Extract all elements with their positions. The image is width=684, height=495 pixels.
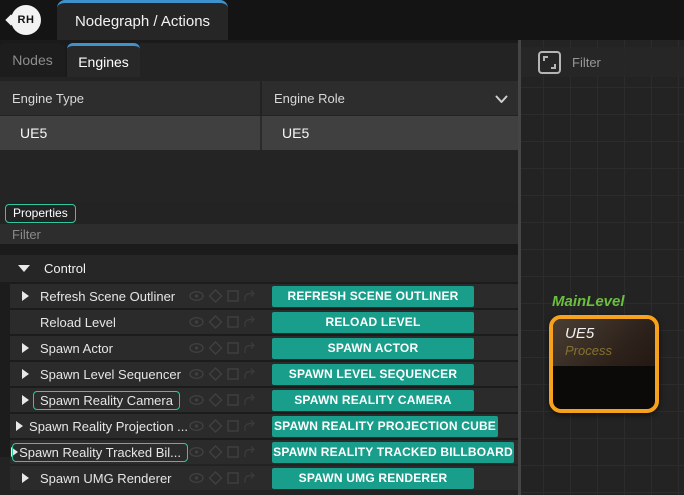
action-row[interactable]: Spawn Reality Tracked Bil... SPAWN REAL (10, 440, 518, 464)
visibility-icon[interactable] (188, 471, 205, 485)
engine-role-cell: UE5 (260, 116, 518, 150)
action-row-label: Spawn Level Sequencer (40, 367, 181, 382)
jump-arrow-icon[interactable] (243, 419, 258, 433)
visibility-icon[interactable] (188, 367, 205, 381)
action-row-label: Refresh Scene Outliner (40, 289, 175, 304)
expand-arrow-icon[interactable] (22, 395, 29, 405)
visibility-icon[interactable] (188, 341, 205, 355)
square-icon[interactable] (226, 367, 240, 381)
visibility-icon[interactable] (188, 419, 205, 433)
properties-filter-input[interactable]: Filter (0, 224, 518, 244)
diamond-icon[interactable] (208, 419, 223, 433)
action-row[interactable]: Refresh Scene Outliner REFRESH SCENE OU (10, 284, 518, 308)
action-row-label: Reload Level (40, 315, 116, 330)
top-bar: RH Nodegraph / Actions (0, 0, 684, 40)
panel-tabs: Nodes Engines (0, 40, 518, 77)
action-button[interactable]: RELOAD LEVEL (272, 312, 474, 333)
divider (0, 244, 518, 255)
diamond-icon[interactable] (208, 289, 223, 303)
action-button[interactable]: SPAWN UMG RENDERER (272, 468, 474, 489)
action-rows: Refresh Scene Outliner REFRESH SCENE OU (0, 282, 518, 457)
section-label: Control (44, 261, 86, 276)
action-row-label: Spawn UMG Renderer (40, 471, 172, 486)
action-row-label: Spawn Reality Camera (33, 391, 180, 410)
expand-arrow-icon[interactable] (16, 421, 23, 431)
visibility-icon[interactable] (188, 393, 205, 407)
jump-arrow-icon[interactable] (243, 367, 258, 381)
jump-arrow-icon[interactable] (243, 471, 258, 485)
engine-table-header: Engine Type Engine Role (0, 81, 518, 115)
column-engine-type[interactable]: Engine Type (0, 81, 260, 115)
action-button[interactable]: REFRESH SCENE OUTLINER (272, 286, 474, 307)
nodegraph-canvas[interactable]: Filter MainLevel UE5 Process (521, 40, 684, 495)
diamond-icon[interactable] (208, 471, 223, 485)
action-row-label: Spawn Actor (40, 341, 113, 356)
expand-arrow-icon[interactable] (22, 369, 29, 379)
engine-table-row[interactable]: UE5 UE5 (0, 116, 518, 150)
action-button[interactable]: SPAWN REALITY PROJECTION CUBE (272, 416, 498, 437)
node-title: UE5 (565, 325, 655, 342)
jump-arrow-icon[interactable] (243, 315, 258, 329)
square-icon[interactable] (226, 445, 240, 459)
expand-arrow-icon[interactable] (22, 291, 29, 301)
action-button[interactable]: SPAWN LEVEL SEQUENCER (272, 364, 474, 385)
jump-arrow-icon[interactable] (243, 445, 258, 459)
left-panel: Nodes Engines Engine Type Engine Role UE… (0, 40, 518, 495)
tab-nodegraph-actions[interactable]: Nodegraph / Actions (57, 0, 228, 40)
jump-arrow-icon[interactable] (243, 289, 258, 303)
engine-table: Engine Type Engine Role UE5 UE5 (0, 81, 518, 150)
action-button[interactable]: SPAWN REALITY CAMERA (272, 390, 474, 411)
column-engine-role[interactable]: Engine Role (260, 81, 518, 115)
diamond-icon[interactable] (208, 367, 223, 381)
jump-arrow-icon[interactable] (243, 341, 258, 355)
chevron-down-icon[interactable] (495, 92, 508, 107)
graph-filter-input[interactable]: Filter (572, 55, 601, 70)
action-row-label: Spawn Reality Projection ... (29, 419, 188, 434)
square-icon[interactable] (226, 341, 240, 355)
square-icon[interactable] (226, 471, 240, 485)
square-icon[interactable] (226, 419, 240, 433)
app-logo[interactable]: RH (11, 5, 41, 35)
action-row[interactable]: Spawn Actor SPAWN ACTOR (10, 336, 518, 360)
expand-arrow-icon[interactable] (22, 473, 29, 483)
action-row[interactable]: Spawn UMG Renderer SPAWN UMG RENDERER (10, 466, 518, 490)
engine-type-cell: UE5 (0, 116, 260, 150)
section-control[interactable]: Control (0, 255, 518, 282)
action-row[interactable]: Reload Level RELOAD LEVEL (10, 310, 518, 334)
tab-nodes[interactable]: Nodes (0, 43, 65, 77)
empty-area (0, 150, 518, 202)
main-content: Nodes Engines Engine Type Engine Role UE… (0, 40, 684, 495)
action-button[interactable]: SPAWN ACTOR (272, 338, 474, 359)
visibility-icon[interactable] (188, 289, 205, 303)
properties-row: Properties (0, 202, 518, 224)
diamond-icon[interactable] (208, 315, 223, 329)
action-row-label: Spawn Reality Tracked Bil... (12, 443, 188, 462)
properties-button[interactable]: Properties (5, 204, 76, 223)
node-group-label: MainLevel (552, 293, 625, 310)
tab-engines[interactable]: Engines (67, 43, 140, 77)
fit-view-icon[interactable] (538, 51, 561, 74)
action-row[interactable]: Spawn Level Sequencer SPAWN LEVEL SEQUE (10, 362, 518, 386)
diamond-icon[interactable] (208, 341, 223, 355)
square-icon[interactable] (226, 393, 240, 407)
node-subtitle: Process (565, 343, 655, 358)
diamond-icon[interactable] (208, 445, 223, 459)
square-icon[interactable] (226, 289, 240, 303)
app-window: RH Nodegraph / Actions Nodes Engines Eng… (0, 0, 684, 495)
node-header: UE5 Process (553, 319, 655, 366)
graph-filter-bar: Filter (521, 47, 684, 77)
collapse-arrow-icon[interactable] (18, 265, 30, 272)
square-icon[interactable] (226, 315, 240, 329)
visibility-icon[interactable] (188, 315, 205, 329)
diamond-icon[interactable] (208, 393, 223, 407)
visibility-icon[interactable] (188, 445, 205, 459)
ue5-process-node[interactable]: UE5 Process (549, 315, 659, 413)
jump-arrow-icon[interactable] (243, 393, 258, 407)
action-row[interactable]: Spawn Reality Camera SPAWN REALITY CAME (10, 388, 518, 412)
action-button[interactable]: SPAWN REALITY TRACKED BILLBOARD (272, 442, 514, 463)
action-row[interactable]: Spawn Reality Projection ... SPAWN REAL (10, 414, 518, 438)
expand-arrow-icon[interactable] (22, 343, 29, 353)
